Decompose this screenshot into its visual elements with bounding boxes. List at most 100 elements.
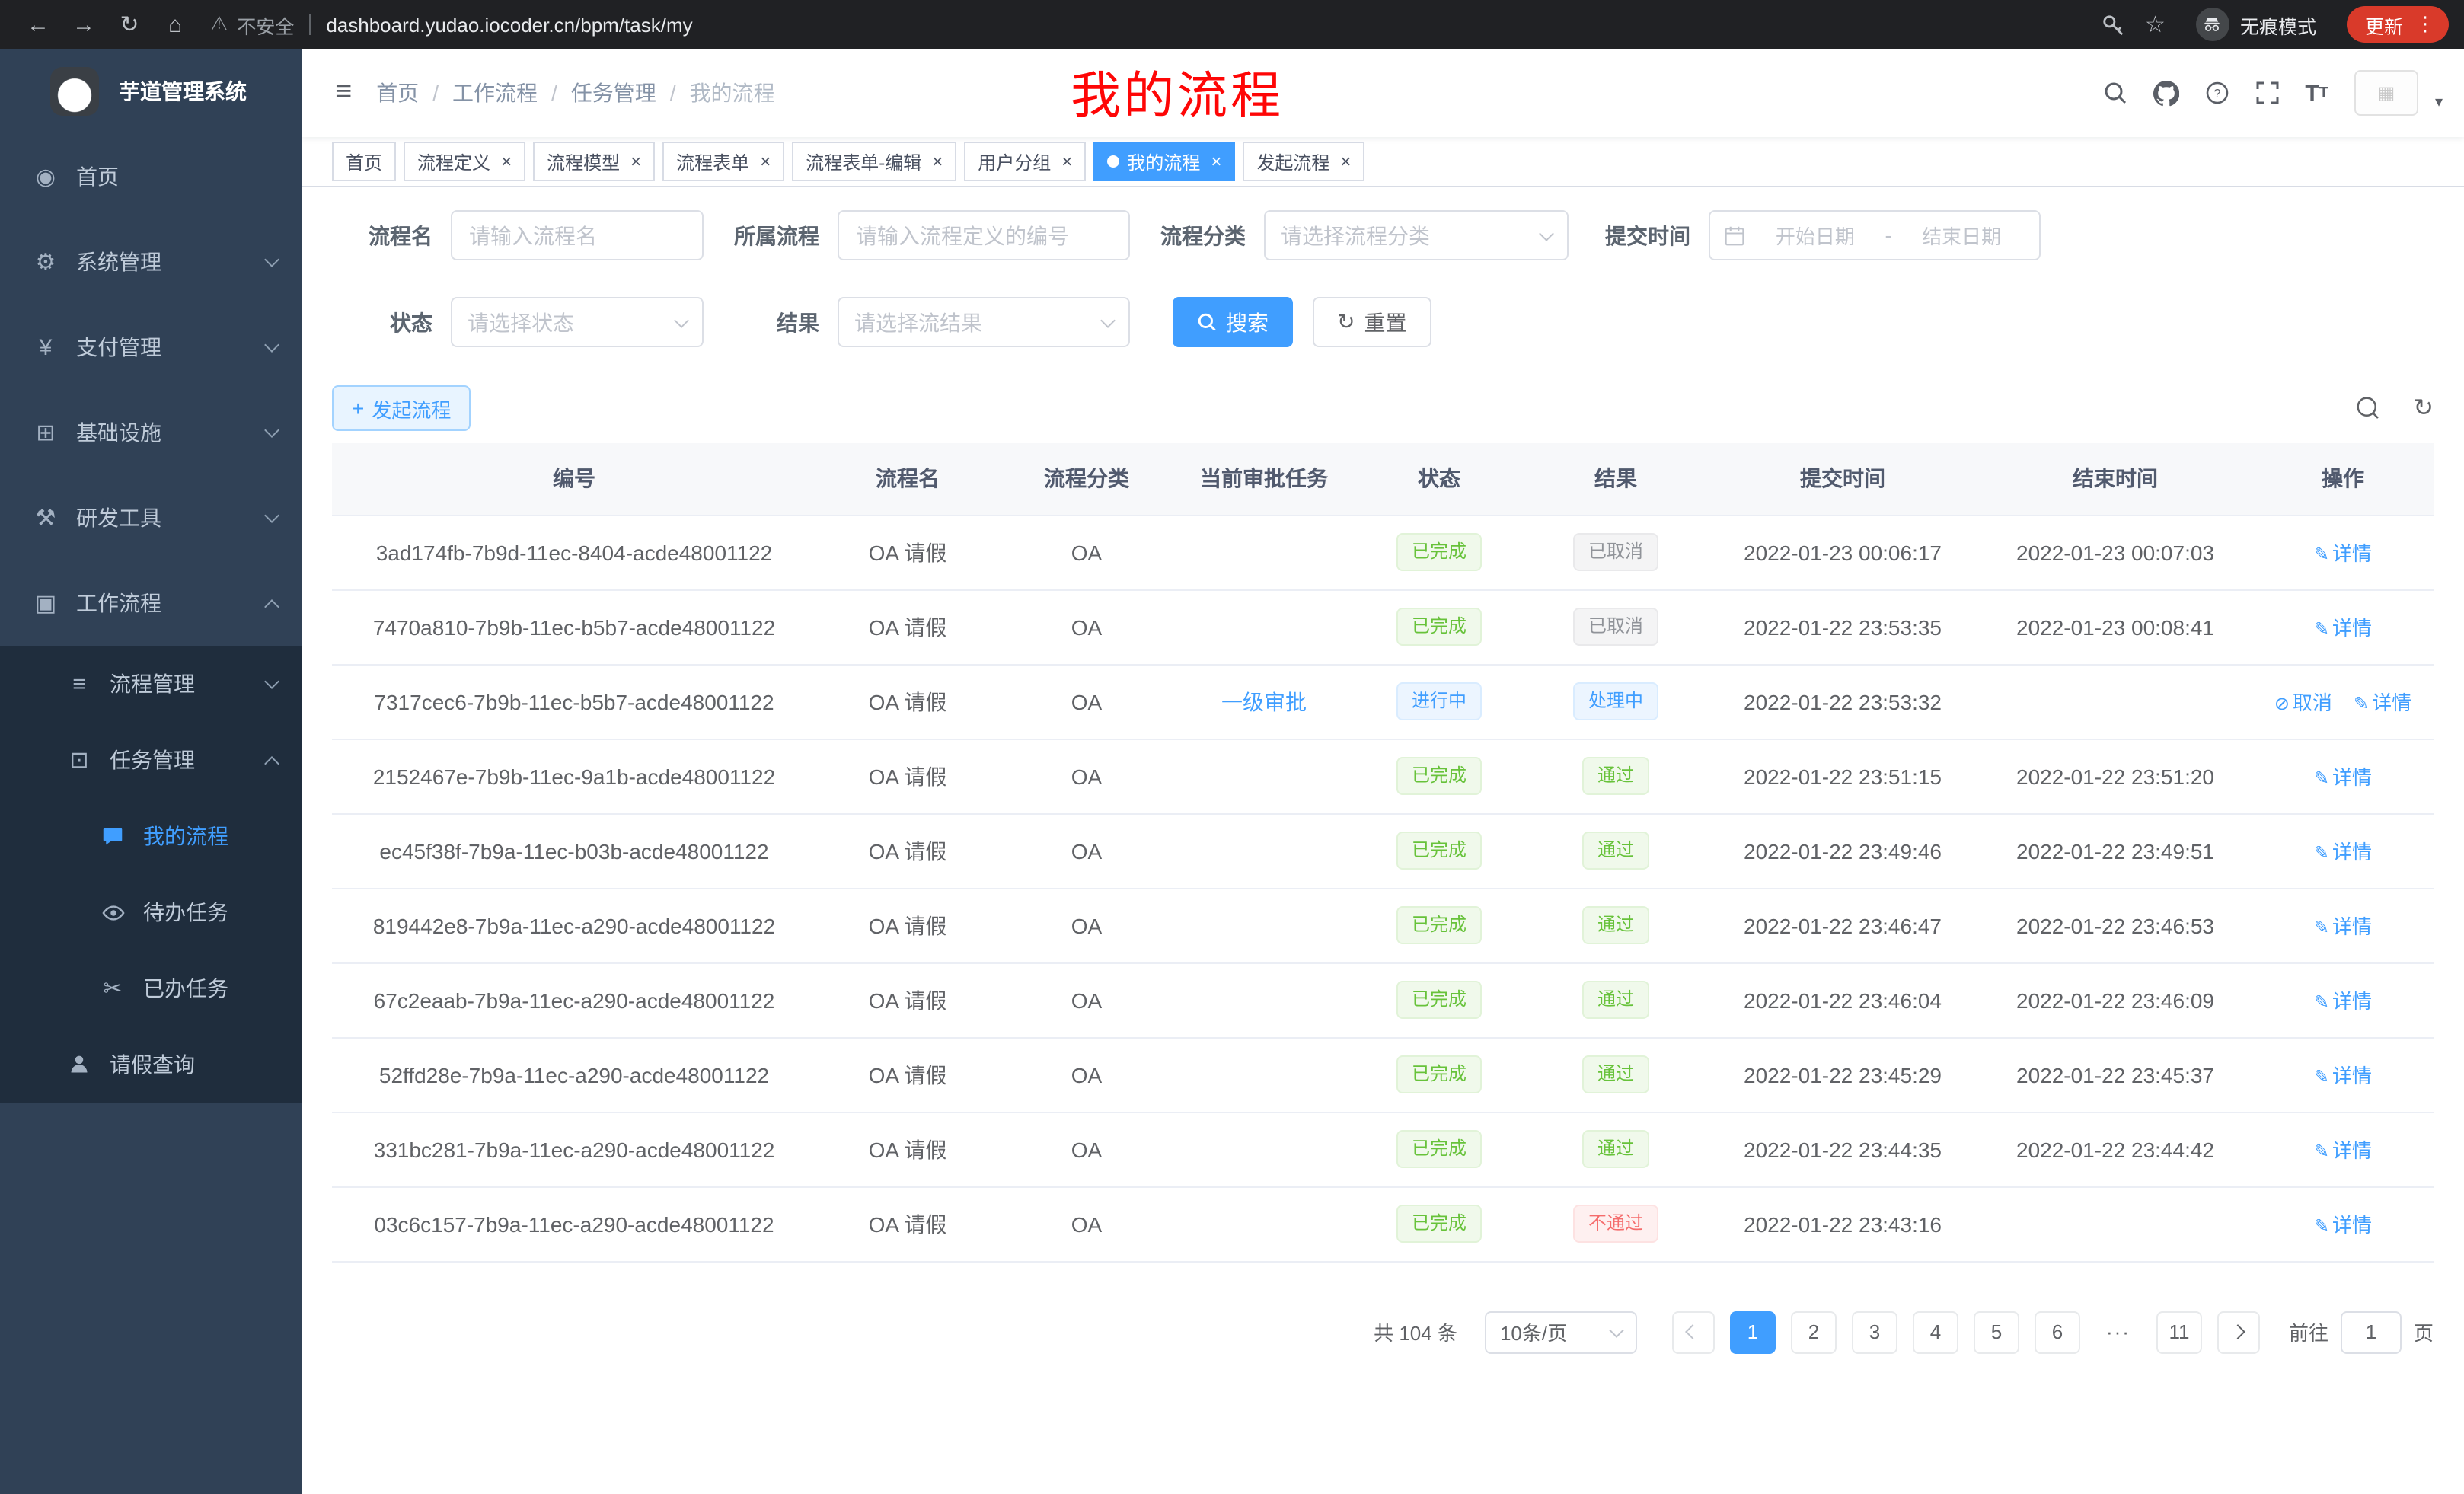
github-icon[interactable] — [2153, 80, 2178, 106]
category-select[interactable]: 请选择流程分类 — [1264, 210, 1569, 260]
breadcrumb-item[interactable]: 任务管理 — [571, 78, 656, 108]
detail-action[interactable]: ✎详情 — [2314, 617, 2372, 640]
close-icon[interactable]: × — [1211, 151, 1221, 172]
site-security[interactable]: ⚠ 不安全 — [210, 10, 294, 39]
home-icon[interactable]: ⌂ — [152, 11, 198, 37]
tab-my-process[interactable]: 我的流程× — [1093, 142, 1235, 181]
detail-action[interactable]: ✎详情 — [2314, 766, 2372, 789]
close-icon[interactable]: × — [1061, 151, 1072, 172]
show-search-icon[interactable] — [2355, 396, 2379, 420]
tab-process-model[interactable]: 流程模型× — [533, 142, 655, 181]
page-button-1[interactable]: 1 — [1730, 1310, 1776, 1353]
page-button-3[interactable]: 3 — [1852, 1310, 1897, 1353]
status-select[interactable]: 请选择状态 — [451, 297, 704, 347]
sidebar-item-system-management[interactable]: ⚙系统管理 — [0, 219, 302, 305]
cell-actions: ✎详情 — [2252, 1186, 2434, 1261]
detail-action[interactable]: ✎详情 — [2314, 1214, 2372, 1237]
search-button[interactable]: 搜索 — [1173, 297, 1293, 347]
tab-start-process[interactable]: 发起流程× — [1243, 142, 1364, 181]
sidebar-item-done-tasks[interactable]: ✂已办任务 — [0, 950, 302, 1026]
hamburger-icon[interactable]: ≡ — [335, 76, 352, 110]
sidebar-item-dev-tools[interactable]: ⚒研发工具 — [0, 475, 302, 560]
detail-action[interactable]: ✎详情 — [2314, 1065, 2372, 1087]
sidebar-item-infrastructure[interactable]: ⊞基础设施 — [0, 390, 302, 475]
start-process-button[interactable]: + 发起流程 — [332, 385, 471, 431]
close-icon[interactable]: × — [630, 151, 641, 172]
close-icon[interactable]: × — [760, 151, 771, 172]
process-name-label: 流程名 — [332, 220, 451, 251]
task-link[interactable]: 一级审批 — [1221, 689, 1307, 713]
tab-user-group[interactable]: 用户分组× — [964, 142, 1086, 181]
page-button-11[interactable]: 11 — [2156, 1310, 2202, 1353]
font-size-icon[interactable]: TT — [2305, 80, 2328, 106]
cell-result: 不通过 — [1524, 1186, 1707, 1261]
back-icon[interactable]: ← — [15, 11, 61, 37]
search-icon — [1197, 312, 1217, 332]
cell-result: 通过 — [1524, 739, 1707, 813]
page-button-2[interactable]: 2 — [1791, 1310, 1837, 1353]
forward-icon[interactable]: → — [61, 11, 107, 37]
breadcrumb-item[interactable]: 我的流程 — [690, 78, 775, 108]
detail-action[interactable]: ✎详情 — [2314, 841, 2372, 864]
sidebar-item-todo-tasks[interactable]: 待办任务 — [0, 874, 302, 950]
page-button-4[interactable]: 4 — [1913, 1310, 1958, 1353]
sidebar-item-leave-query[interactable]: 请假查询 — [0, 1026, 302, 1103]
menu-dots-icon[interactable]: ⋮ — [2415, 12, 2435, 37]
detail-action[interactable]: ✎详情 — [2314, 990, 2372, 1013]
cell-submit-time: 2022-01-22 23:53:35 — [1707, 589, 1978, 664]
detail-action[interactable]: ✎详情 — [2314, 542, 2372, 565]
breadcrumb-item[interactable]: 首页 — [376, 78, 419, 108]
tab-process-form[interactable]: 流程表单 × — [662, 142, 784, 181]
detail-action[interactable]: ✎详情 — [2314, 915, 2372, 938]
chat-icon — [94, 825, 131, 847]
url-bar[interactable]: dashboard.yudao.iocoder.cn/bpm/task/my — [326, 13, 692, 36]
next-page-button[interactable] — [2217, 1310, 2260, 1353]
detail-action[interactable]: ✎详情 — [2354, 691, 2411, 714]
fullscreen-icon[interactable] — [2255, 81, 2279, 105]
tab-process-form-edit[interactable]: 流程表单-编辑× — [792, 142, 956, 181]
sidebar-item-process-management[interactable]: ≡流程管理 — [0, 646, 302, 722]
divider — [309, 14, 311, 35]
breadcrumb-item[interactable]: 工作流程 — [452, 78, 538, 108]
bookmark-star-icon[interactable]: ☆ — [2145, 11, 2166, 38]
key-icon[interactable] — [2101, 13, 2124, 36]
prev-page-button[interactable] — [1672, 1310, 1715, 1353]
search-icon[interactable] — [2102, 81, 2127, 105]
column-header: 流程名 — [816, 443, 999, 515]
goto-page-input[interactable] — [2341, 1310, 2402, 1353]
sidebar-item-home[interactable]: ◉首页 — [0, 134, 302, 219]
sidebar-item-payment-management[interactable]: ¥支付管理 — [0, 305, 302, 390]
edit-icon: ✎ — [2314, 991, 2329, 1013]
warning-icon: ⚠ — [210, 12, 228, 37]
tab-process-definition[interactable]: 流程定义× — [404, 142, 525, 181]
page-button-5[interactable]: 5 — [1974, 1310, 2019, 1353]
sidebar-item-my-process[interactable]: 我的流程 — [0, 798, 302, 874]
sidebar-item-workflow[interactable]: ▣工作流程 — [0, 560, 302, 646]
chevron-down-icon — [264, 508, 279, 523]
cell-name: OA 请假 — [816, 739, 999, 813]
avatar[interactable]: ▦ — [2354, 70, 2418, 116]
help-icon[interactable]: ? — [2204, 81, 2229, 105]
cell-end-time: 2022-01-23 00:08:41 — [1978, 589, 2252, 664]
tab-label: 流程表单 — [676, 148, 749, 174]
tab-home[interactable]: 首页 — [332, 142, 396, 181]
caret-down-icon[interactable]: ▾ — [2435, 94, 2443, 110]
sidebar-item-label: 任务管理 — [110, 745, 195, 775]
close-icon[interactable]: × — [1340, 151, 1351, 172]
close-icon[interactable]: × — [932, 151, 943, 172]
reset-button[interactable]: ↻ 重置 — [1313, 297, 1431, 347]
page-ellipsis[interactable]: ··· — [2095, 1310, 2141, 1353]
sidebar-item-task-management[interactable]: ⊡任务管理 — [0, 722, 302, 798]
reload-icon[interactable]: ↻ — [107, 11, 152, 38]
close-icon[interactable]: × — [501, 151, 512, 172]
process-name-input[interactable] — [451, 210, 704, 260]
detail-action[interactable]: ✎详情 — [2314, 1139, 2372, 1162]
cancel-action[interactable]: ⊘取消 — [2274, 691, 2332, 714]
refresh-table-icon[interactable]: ↻ — [2413, 393, 2434, 423]
update-button[interactable]: 更新 ⋮ — [2347, 6, 2449, 43]
date-range-picker[interactable]: 开始日期 - 结束日期 — [1709, 210, 2041, 260]
owner-process-input[interactable] — [838, 210, 1130, 260]
page-size-select[interactable]: 10条/页 — [1485, 1310, 1637, 1353]
page-button-6[interactable]: 6 — [2035, 1310, 2080, 1353]
result-select[interactable]: 请选择流结果 — [838, 297, 1130, 347]
